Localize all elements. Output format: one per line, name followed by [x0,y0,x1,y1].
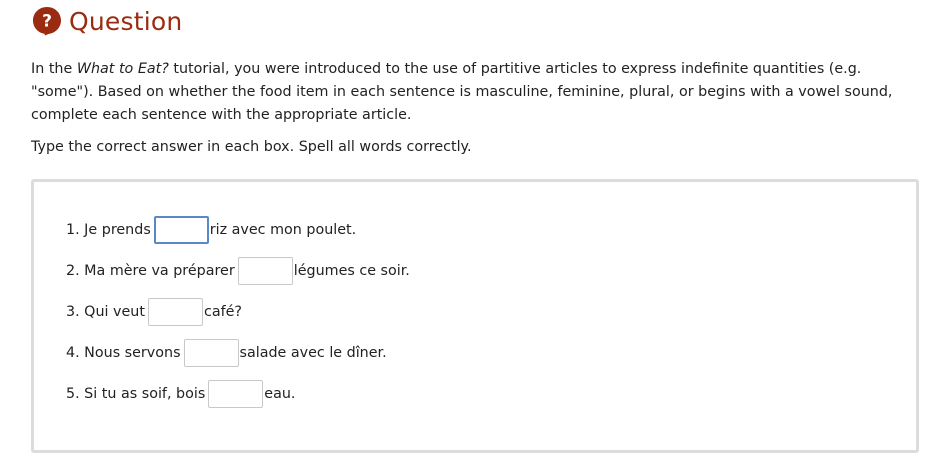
sentence-1: 1. Je prends riz avec mon poulet. [66,215,356,245]
question-title: Question [69,6,183,36]
sentence-1-before: 1. Je prends [66,222,151,238]
question-icon-glyph: ? [42,12,52,32]
sentence-1-after: riz avec mon poulet. [209,222,357,238]
instruction-text: Type the correct answer in each box. Spe… [31,139,472,155]
answer-input-5[interactable] [208,380,264,408]
sentence-5: 5. Si tu as soif, bois eau. [66,379,295,409]
tutorial-name: What to Eat? [76,61,169,77]
answer-input-3[interactable] [147,298,203,326]
intro-prefix: In the [31,61,77,77]
sentence-3-after: café? [203,304,242,320]
sentence-2: 2. Ma mère va préparer légumes ce soir. [66,256,410,286]
answer-input-1[interactable] [153,216,209,244]
answer-input-2[interactable] [237,257,293,285]
answer-input-4[interactable] [183,339,239,367]
question-panel: 1. Je prends riz avec mon poulet. 2. Ma … [31,179,919,453]
question-header: ? Question [32,4,182,38]
sentence-2-after: légumes ce soir. [293,263,410,279]
sentence-2-before: 2. Ma mère va préparer [66,263,235,279]
sentence-3: 3. Qui veut café? [66,297,242,327]
sentence-4-after: salade avec le dîner. [239,345,387,361]
question-circle-icon: ? [32,6,62,36]
sentence-3-before: 3. Qui veut [66,304,145,320]
sentence-5-after: eau. [264,386,296,402]
sentence-4: 4. Nous servons salade avec le dîner. [66,338,387,368]
sentence-4-before: 4. Nous servons [66,345,181,361]
intro-paragraph: In the What to Eat? tutorial, you were i… [31,58,926,127]
sentence-5-before: 5. Si tu as soif, bois [66,386,206,402]
